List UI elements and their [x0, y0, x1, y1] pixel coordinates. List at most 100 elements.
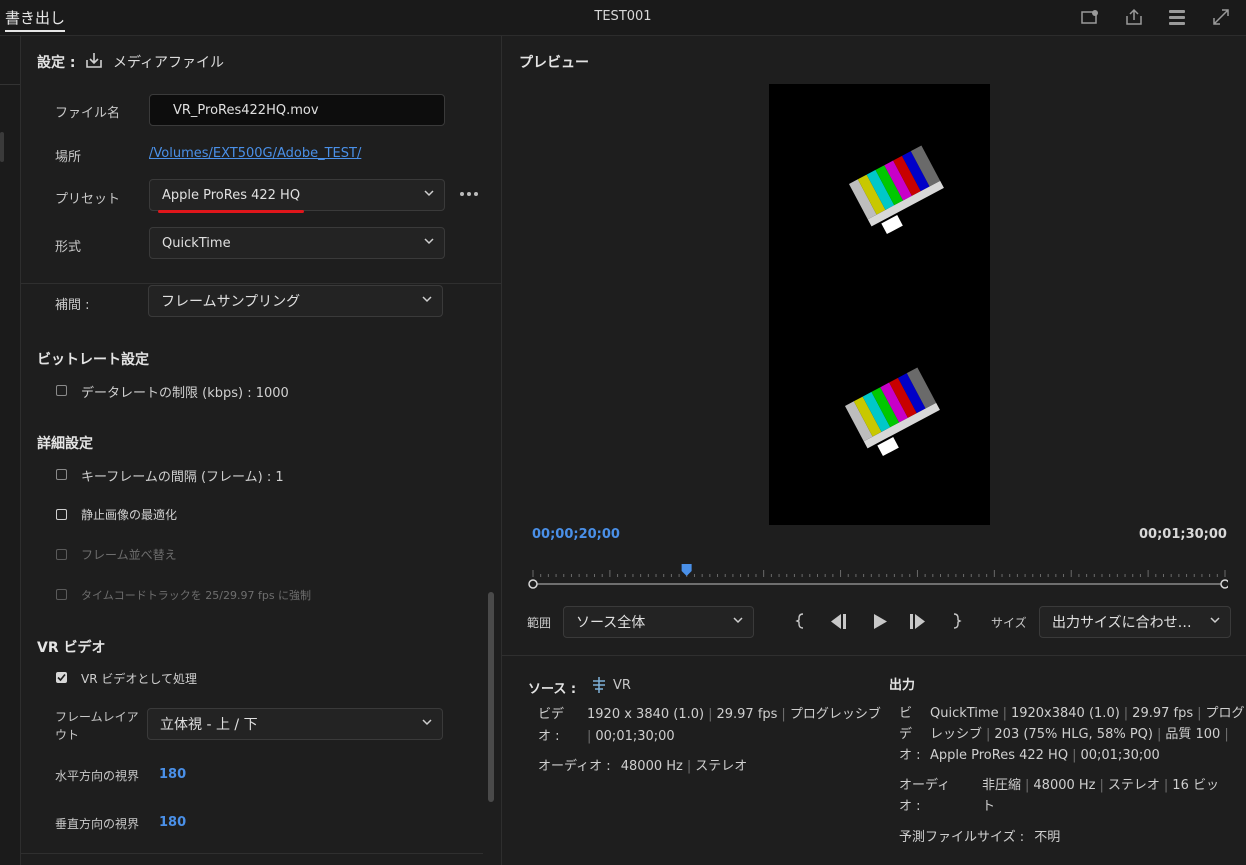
output-audio-label-1: オーディ [899, 778, 951, 793]
chevron-down-icon [733, 617, 743, 624]
fullscreen-icon[interactable] [1211, 8, 1231, 26]
preset-select[interactable]: Apple ProRes 422 HQ [149, 179, 445, 211]
settings-title: 設定 : [37, 55, 76, 71]
strip-handle[interactable] [0, 132, 4, 162]
source-name: VR [613, 678, 631, 693]
output-video-label-1: ビ [899, 706, 913, 721]
divider [21, 853, 483, 854]
bitrate-limit-checkbox[interactable] [56, 385, 67, 396]
playhead [681, 564, 692, 576]
play-icon[interactable] [872, 613, 888, 634]
frame-reorder-checkbox [56, 549, 67, 560]
panel-icon[interactable] [1080, 8, 1100, 26]
output-scan-part: プログ [1205, 706, 1245, 721]
red-underline-annotation [158, 210, 304, 213]
optimize-stills-checkbox[interactable] [56, 509, 67, 520]
timecode-checkbox [56, 589, 67, 600]
output-channels: ステレオ [1107, 778, 1160, 793]
divider [502, 655, 1246, 656]
filename-label: ファイル名 [55, 106, 121, 121]
top-bar: 書き出し TEST001 [0, 0, 1246, 36]
filename-input[interactable]: VR_ProRes422HQ.mov [149, 94, 445, 126]
preview-title: プレビュー [519, 55, 589, 71]
timeline-scrubber[interactable] [528, 562, 1230, 592]
vfov-value[interactable]: 180 [159, 815, 186, 830]
output-fps: 29.97 fps [1132, 706, 1194, 721]
source-resolution: 1920 x 3840 (1.0) [587, 707, 705, 722]
document-title: TEST001 [594, 9, 652, 24]
interpolation-value: フレームサンプリング [161, 294, 301, 310]
source-audio-label: オーディオ : [538, 759, 611, 774]
output-codec: Apple ProRes 422 HQ [930, 748, 1069, 763]
range-label: 範囲 [527, 616, 552, 630]
source-audio-line: オーディオ : 48000 Hz | ステレオ [538, 759, 748, 774]
filesize-value: 不明 [1034, 830, 1061, 845]
output-heading: 出力 [889, 678, 916, 693]
current-timecode[interactable]: 00;00;20;00 [532, 527, 620, 542]
vfov-label: 垂直方向の視界 [55, 817, 140, 831]
step-forward-icon[interactable] [908, 613, 928, 634]
vr-process-checkbox[interactable] [56, 672, 67, 683]
format-select[interactable]: QuickTime [149, 227, 445, 259]
hfov-value[interactable]: 180 [159, 767, 186, 782]
divider [21, 283, 501, 284]
output-video-line-2: レッシブ | 203 (75% HLG, 58% PQ) | 品質 100 | [930, 727, 1229, 742]
source-video-label-2: オ : [538, 729, 560, 744]
interpolation-select[interactable]: フレームサンプリング [148, 285, 443, 317]
frame-reorder-label: フレーム並べ替え [81, 548, 177, 562]
output-color: 203 (75% HLG, 58% PQ) [994, 727, 1153, 742]
frame-layout-select[interactable]: 立体視 - 上 / 下 [147, 708, 443, 740]
source-video-line-2: | 00;01;30;00 [587, 729, 675, 744]
output-quality: 品質 100 [1165, 727, 1221, 742]
mark-in-icon[interactable] [794, 612, 806, 634]
size-select[interactable]: 出力サイズに合わせ… [1039, 606, 1231, 638]
source-duration: 00;01;30;00 [595, 729, 675, 744]
chevron-down-icon [424, 190, 434, 197]
output-scan-rest: レッシブ [930, 727, 983, 742]
location-label: 場所 [55, 150, 82, 165]
optimize-stills-label: 静止画像の最適化 [81, 508, 178, 522]
checkmark-icon [57, 673, 66, 682]
vr-process-label: VR ビデオとして処理 [81, 672, 198, 686]
bitrate-heading: ビットレート設定 [37, 352, 149, 368]
output-audio-line-2: ト [982, 799, 996, 814]
location-link[interactable]: /Volumes/EXT500G/Adobe_TEST/ [149, 146, 361, 161]
output-audio-label-2: オ : [899, 799, 921, 814]
keyframe-checkbox[interactable] [56, 469, 67, 480]
queue-icon[interactable] [1167, 8, 1187, 26]
range-value: ソース全体 [576, 615, 646, 631]
size-value: 出力サイズに合わせ… [1052, 615, 1192, 631]
advanced-heading: 詳細設定 [37, 436, 93, 452]
preview-video [769, 84, 990, 525]
chevron-down-icon [422, 296, 432, 303]
more-options-icon[interactable] [459, 186, 479, 206]
preset-label: プリセット [55, 192, 121, 207]
timecode-label: タイムコードトラックを 25/29.97 fps に強制 [81, 589, 312, 602]
output-sample-rate: 48000 Hz [1033, 778, 1096, 793]
output-audio-line-1: 非圧縮 | 48000 Hz | ステレオ | 16 ビッ [982, 778, 1219, 793]
frame-layout-label-2: ウト [55, 728, 80, 742]
vr-heading: VR ビデオ [37, 640, 106, 656]
range-select[interactable]: ソース全体 [563, 606, 754, 638]
source-fps: 29.97 fps [716, 707, 778, 722]
output-video-line-1: QuickTime | 1920x3840 (1.0) | 29.97 fps | プログ [930, 706, 1245, 721]
output-audio-codec: 非圧縮 [982, 778, 1022, 793]
keyframe-label: キーフレームの間隔 (フレーム) : 1 [81, 470, 284, 485]
preset-value: Apple ProRes 422 HQ [162, 187, 301, 203]
settings-panel: 設定 : メディアファイル ファイル名 VR_ProRes422HQ.mov 場… [21, 36, 502, 865]
scrollbar-thumb[interactable] [488, 592, 494, 802]
hfov-label: 水平方向の視界 [55, 769, 140, 783]
filename-value: VR_ProRes422HQ.mov [173, 102, 319, 118]
size-label: サイズ [991, 616, 1027, 630]
source-scan: プログレッシブ [789, 707, 881, 722]
mark-out-icon[interactable] [951, 612, 963, 634]
output-video-line-3: Apple ProRes 422 HQ | 00;01;30;00 [930, 748, 1160, 763]
out-point-handle [1220, 579, 1230, 589]
step-back-icon[interactable] [829, 613, 849, 634]
vr-sequence-icon [590, 676, 608, 698]
in-point-handle [528, 579, 538, 589]
output-bitdepth-part: 16 ビッ [1172, 778, 1219, 793]
share-icon[interactable] [1124, 8, 1144, 26]
bitrate-limit-label: データレートの制限 (kbps) : 1000 [81, 386, 289, 401]
frame-layout-label-1: フレームレイア [55, 710, 139, 724]
